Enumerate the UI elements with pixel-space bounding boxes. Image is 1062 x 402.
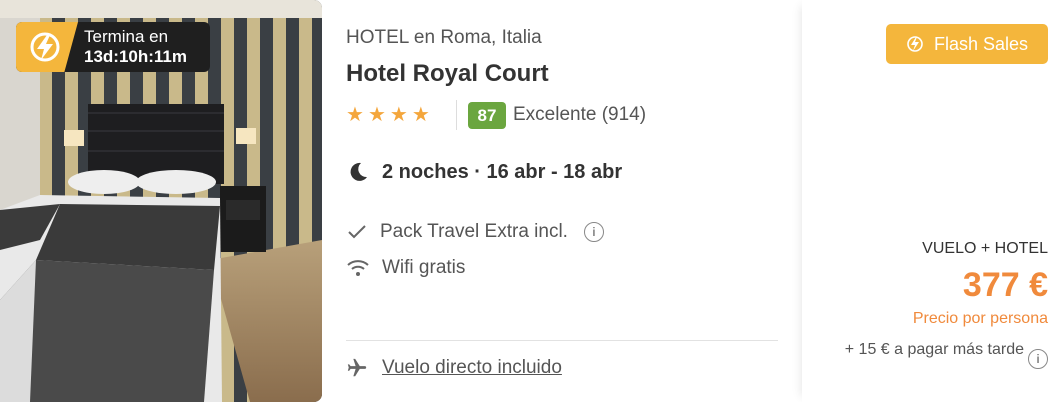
package-type: VUELO + HOTEL [922, 240, 1048, 257]
direct-flight-link[interactable]: Vuelo directo incluido [382, 357, 562, 379]
price-panel: Flash Sales VUELO + HOTEL 377 € Precio p… [802, 0, 1062, 402]
hotel-name[interactable]: Hotel Royal Court [346, 60, 549, 88]
flash-bolt-icon [16, 22, 78, 72]
star-icon: ★ [389, 104, 408, 126]
flash-sales-badge[interactable]: Flash Sales [886, 24, 1048, 64]
flash-sales-label: Flash Sales [933, 33, 1029, 54]
section-divider [346, 340, 778, 341]
extra-fee-note: + 15 € a pagar más tarde [844, 341, 1024, 358]
moon-icon [350, 162, 367, 181]
info-icon[interactable]: i [1028, 349, 1048, 369]
rating-divider [456, 100, 457, 130]
check-icon [348, 225, 366, 239]
hotel-photo[interactable]: Termina en 13d:10h:11m [0, 0, 322, 402]
price-amount[interactable]: 377 € [963, 266, 1048, 305]
star-rating: ★ ★ ★ ★ [346, 104, 430, 126]
stay-dates-text: 2 noches · 16 abr - 18 abr [382, 160, 623, 183]
stay-dates: 2 noches · 16 abr - 18 abr [346, 160, 622, 184]
countdown-value: 13d:10h:11m [84, 47, 187, 66]
info-icon[interactable]: i [583, 222, 604, 242]
feature-label: Wifi gratis [382, 257, 466, 278]
review-summary[interactable]: Excelente (914) [513, 104, 646, 126]
flight-info: Vuelo directo incluido [346, 357, 562, 379]
hotel-location: HOTEL en Roma, Italia [346, 27, 542, 48]
star-icon: ★ [367, 104, 386, 126]
star-icon: ★ [411, 104, 430, 126]
star-icon: ★ [346, 104, 364, 126]
price-per-person: Precio por persona [912, 310, 1048, 327]
airplane-icon [347, 358, 367, 377]
flash-bolt-icon [907, 36, 923, 52]
feature-wifi: Wifi gratis [346, 257, 465, 279]
hotel-offer-card[interactable]: Termina en 13d:10h:11m HOTEL en Roma, It… [0, 0, 1062, 402]
feature-travel-extra: Pack Travel Extra incl. i [346, 221, 604, 243]
countdown-label: Termina en [84, 27, 169, 46]
feature-label: Pack Travel Extra incl. [380, 221, 568, 242]
review-score-badge: 87 [468, 102, 506, 129]
countdown-timer: Termina en 13d:10h:11m [16, 22, 210, 72]
wifi-icon [347, 260, 369, 276]
